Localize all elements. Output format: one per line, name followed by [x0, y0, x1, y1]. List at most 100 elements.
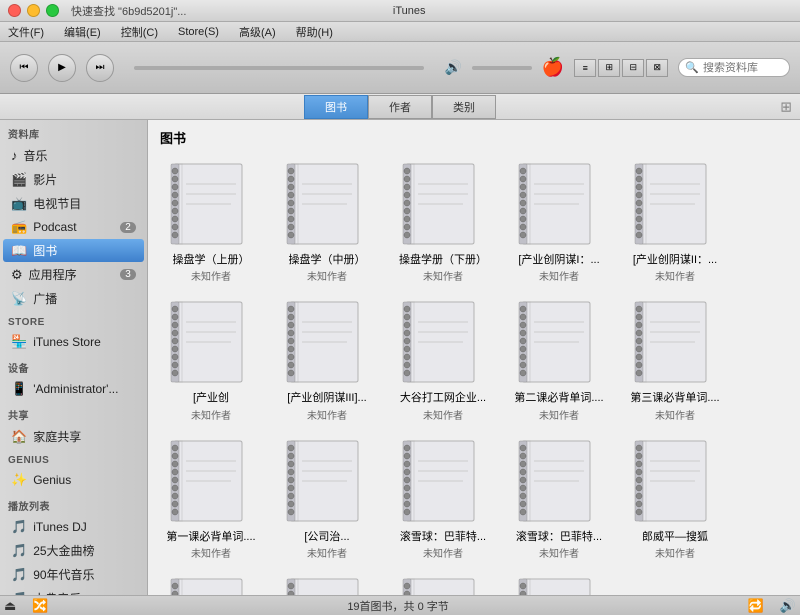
- tab-category[interactable]: 类别: [432, 95, 496, 119]
- next-button[interactable]: ⏭: [86, 54, 114, 82]
- prev-button[interactable]: ⏮: [10, 54, 38, 82]
- book-author: 未知作者: [539, 407, 579, 422]
- book-author: 未知作者: [539, 545, 579, 560]
- book-item[interactable]: [产业创阴谋I：... 未知作者: [504, 155, 614, 287]
- statusbar: ⏏ 🔀 19首图书，共 0 字节 🔁 🔊: [0, 595, 800, 615]
- sidebar-item-90s[interactable]: 🎵 90年代音乐: [3, 563, 144, 586]
- book-title: [产业创阴谋I：...: [518, 253, 599, 267]
- book-item[interactable]: [504, 570, 614, 595]
- book-item[interactable]: 滚雪球：巴菲特... 未知作者: [504, 432, 614, 564]
- search-box[interactable]: 🔍: [678, 58, 790, 77]
- sidebar-item-podcast[interactable]: 📻 Podcast 2: [3, 216, 144, 238]
- menu-control[interactable]: 控制(C): [117, 24, 162, 40]
- view-list-button[interactable]: ≡: [574, 59, 596, 77]
- sidebar-item-itunes-dj[interactable]: 🎵 iTunes DJ: [3, 516, 144, 538]
- play-button[interactable]: ▶: [48, 54, 76, 82]
- maximize-button[interactable]: [46, 4, 59, 17]
- view-coverflow-button[interactable]: ⊠: [646, 59, 668, 77]
- sidebar-item-music[interactable]: ♪ 音乐: [3, 144, 144, 167]
- book-title: [产业创阴谋III]...: [287, 391, 366, 405]
- book-item[interactable]: 新旧国际音标对照表 未知作者: [272, 570, 382, 595]
- tab-author[interactable]: 作者: [368, 95, 432, 119]
- menu-store[interactable]: Store(S): [174, 26, 223, 38]
- sidebar-item-device[interactable]: 📱 'Administrator'...: [3, 378, 144, 400]
- podcast-badge: 2: [120, 222, 136, 233]
- book-item[interactable]: 滚雪球：巴菲特... 未知作者: [388, 432, 498, 564]
- content-title: 图书: [156, 128, 792, 147]
- book-item[interactable]: [产业创阴谋III]... 未知作者: [272, 293, 382, 425]
- sidebar-item-movies-label: 影片: [33, 171, 57, 188]
- movies-icon: 🎬: [11, 172, 27, 188]
- sidebar-item-radio-label: 广播: [33, 290, 57, 307]
- book-item[interactable]: 第二课必背单词.... 未知作者: [504, 293, 614, 425]
- playlist-icon-1: 🎵: [11, 543, 27, 559]
- search-icon: 🔍: [685, 61, 699, 74]
- book-title: [产业创阴谋II：...: [633, 253, 717, 267]
- sidebar-item-apps[interactable]: ⚙ 应用程序 3: [3, 263, 144, 286]
- minimize-button[interactable]: [27, 4, 40, 17]
- book-item[interactable]: [产业创阴谋II：... 未知作者: [620, 155, 730, 287]
- sidebar-item-top25[interactable]: 🎵 25大金曲榜: [3, 539, 144, 562]
- app-title: iTunes: [393, 5, 426, 17]
- menubar: 文件(F) 编辑(E) 控制(C) Store(S) 高级(A) 帮助(H): [0, 22, 800, 42]
- window-controls: 快速查找 "6b9d5201j"...: [8, 3, 186, 19]
- book-cover: [630, 436, 720, 526]
- sidebar-item-tv[interactable]: 📺 电视节目: [3, 192, 144, 215]
- sidebar-item-genius-label: Genius: [33, 473, 71, 487]
- playlist-icon-2: 🎵: [11, 567, 27, 583]
- book-item[interactable]: 操盘学（上册） 未知作者: [156, 155, 266, 287]
- menu-edit[interactable]: 编辑(E): [60, 24, 105, 40]
- shuffle-icon[interactable]: 🔀: [32, 598, 48, 614]
- progress-bar[interactable]: [134, 66, 424, 70]
- book-item[interactable]: [郎威平说：公司...] 未知作者: [156, 570, 266, 595]
- book-item[interactable]: [公司治... 未知作者: [272, 432, 382, 564]
- tab-books[interactable]: 图书: [304, 95, 368, 119]
- sidebar-item-books[interactable]: 📖 图书: [3, 239, 144, 262]
- radio-icon: 📡: [11, 291, 27, 307]
- genius-icon: ✨: [11, 472, 27, 488]
- home-sharing-icon: 🏠: [11, 429, 27, 445]
- repeat-icon[interactable]: 🔁: [748, 598, 764, 614]
- window-title-left: 快速查找 "6b9d5201j"...: [71, 3, 186, 19]
- volume-statusbar-icon[interactable]: 🔊: [780, 598, 796, 614]
- view-cover-button[interactable]: ⊟: [622, 59, 644, 77]
- sidebar-item-movies[interactable]: 🎬 影片: [3, 168, 144, 191]
- book-item[interactable]: [产业创 未知作者: [156, 293, 266, 425]
- sidebar-item-classical[interactable]: 🎵 古典音乐: [3, 587, 144, 595]
- book-author: 未知作者: [191, 545, 231, 560]
- sidebar: 资料库 ♪ 音乐 🎬 影片 📺 电视节目 📻 Podcast 2 📖 图书 ⚙ …: [0, 120, 148, 595]
- music-icon: ♪: [11, 148, 18, 163]
- book-item[interactable]: 大谷打工网企业... 未知作者: [388, 293, 498, 425]
- book-item[interactable]: 操盘学册（下册） 未知作者: [388, 155, 498, 287]
- book-title: 滚雪球：巴菲特...: [516, 530, 602, 544]
- book-item[interactable]: 第一课必背单词.... 未知作者: [156, 432, 266, 564]
- eject-icon[interactable]: ⏏: [4, 598, 16, 614]
- sidebar-item-genius[interactable]: ✨ Genius: [3, 469, 144, 491]
- sidebar-item-device-label: 'Administrator'...: [33, 382, 118, 396]
- sidebar-item-itunes-store[interactable]: 🏪 iTunes Store: [3, 331, 144, 353]
- book-cover: [630, 159, 720, 249]
- menu-advanced[interactable]: 高级(A): [235, 24, 280, 40]
- book-item[interactable]: 运作. 郎闲... 未知作者: [388, 570, 498, 595]
- book-cover: [630, 297, 720, 387]
- sidebar-item-radio[interactable]: 📡 广播: [3, 287, 144, 310]
- book-item[interactable]: 操盘学（中册） 未知作者: [272, 155, 382, 287]
- book-author: 未知作者: [655, 268, 695, 283]
- view-grid-button[interactable]: ⊞: [598, 59, 620, 77]
- book-item[interactable]: 第三课必背单词.... 未知作者: [620, 293, 730, 425]
- book-title: 第一课必背单词....: [166, 530, 255, 544]
- book-author: 未知作者: [191, 407, 231, 422]
- book-item[interactable]: 郎威平—搜狐 未知作者: [620, 432, 730, 564]
- close-button[interactable]: [8, 4, 21, 17]
- resize-handle[interactable]: ⊞: [780, 98, 792, 115]
- book-author: 未知作者: [423, 545, 463, 560]
- search-input[interactable]: [703, 62, 783, 74]
- tv-icon: 📺: [11, 196, 27, 212]
- playlists-section-label: 播放列表: [0, 492, 147, 515]
- book-author: 未知作者: [423, 268, 463, 283]
- sidebar-item-home-sharing[interactable]: 🏠 家庭共享: [3, 425, 144, 448]
- menu-file[interactable]: 文件(F): [4, 24, 48, 40]
- menu-help[interactable]: 帮助(H): [292, 24, 337, 40]
- volume-slider[interactable]: [472, 66, 532, 70]
- shared-section-label: 共享: [0, 401, 147, 424]
